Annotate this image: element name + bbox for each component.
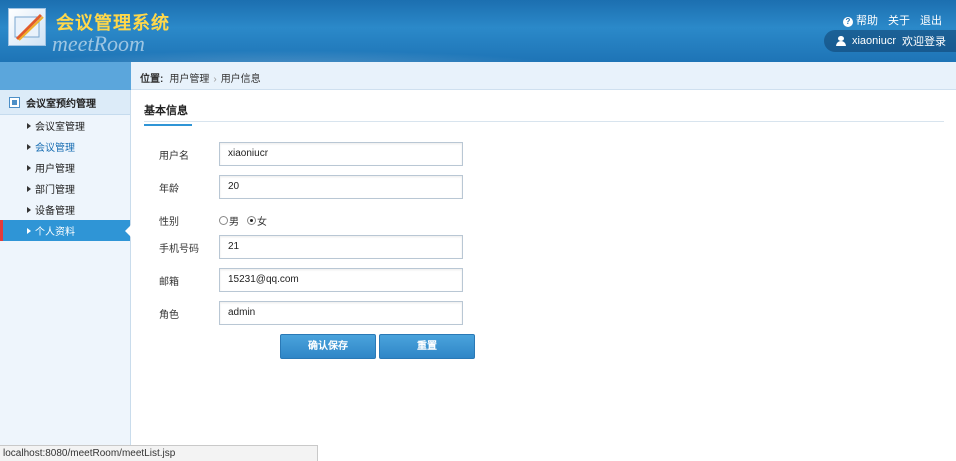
sidebar-item-label: 个人资料 — [35, 227, 75, 238]
welcome-label: 欢迎登录 — [902, 36, 946, 48]
section-divider — [144, 121, 944, 122]
role-field[interactable]: admin — [219, 301, 463, 325]
sidebar-item-label: 会议室管理 — [35, 122, 85, 133]
breadcrumb-prefix: 位置: — [140, 74, 164, 85]
caret-right-icon — [27, 164, 31, 171]
section-title-tab[interactable]: 基本信息 — [144, 102, 192, 126]
role-label: 角色 — [159, 309, 179, 321]
sidebar-item-label: 设备管理 — [35, 206, 75, 217]
gender-radio-group: 男 女 — [219, 213, 267, 228]
radio-male[interactable] — [219, 216, 228, 225]
username-label: 用户名 — [159, 150, 189, 162]
main-content: 基本信息 用户名 xiaoniucr 年龄 20 性别 男 女 手机号码 21 … — [131, 90, 956, 461]
sidebar: 会议室预约管理 会议室管理 会议管理 用户管理 部门管理 设备管理 个人资料 — [0, 90, 131, 461]
logout-link[interactable]: 退出 — [920, 12, 942, 28]
breadcrumb-side-block — [0, 62, 131, 90]
gender-option-female[interactable]: 女 — [247, 213, 267, 228]
save-button[interactable]: 确认保存 — [280, 334, 376, 359]
radio-female[interactable] — [247, 216, 256, 225]
logo-icon — [8, 8, 46, 46]
radio-female-label: 女 — [257, 217, 267, 228]
email-field[interactable]: 15231@qq.com — [219, 268, 463, 292]
email-row: 邮箱 15231@qq.com — [159, 268, 463, 292]
gender-row: 性别 男 女 — [159, 213, 267, 228]
help-link[interactable]: ? 帮助 — [843, 12, 878, 28]
reset-button[interactable]: 重置 — [379, 334, 475, 359]
caret-right-icon — [27, 143, 31, 150]
age-field[interactable]: 20 — [219, 175, 463, 199]
breadcrumb-item: 用户信息 — [220, 74, 261, 85]
radio-male-label: 男 — [229, 217, 239, 228]
breadcrumb-item[interactable]: 用户管理 — [169, 74, 209, 85]
sidebar-item-room-management[interactable]: 会议室管理 — [0, 115, 130, 136]
menu-group-icon — [9, 96, 20, 108]
help-icon: ? — [843, 17, 853, 27]
gender-label: 性别 — [159, 217, 179, 228]
sidebar-item-label: 会议管理 — [35, 143, 75, 154]
breadcrumb-separator-icon: › — [213, 74, 217, 85]
top-links: ? 帮助 关于 退出 — [843, 12, 942, 28]
sidebar-group-header[interactable]: 会议室预约管理 — [0, 90, 130, 115]
role-row: 角色 admin — [159, 301, 463, 325]
gender-option-male[interactable]: 男 — [219, 213, 239, 228]
sidebar-item-department-management[interactable]: 部门管理 — [0, 178, 130, 199]
sidebar-item-meeting-management[interactable]: 会议管理 — [0, 136, 130, 157]
sidebar-item-label: 用户管理 — [35, 164, 75, 175]
age-row: 年龄 20 — [159, 175, 463, 199]
sidebar-item-user-management[interactable]: 用户管理 — [0, 157, 130, 178]
sidebar-group-title: 会议室预约管理 — [26, 98, 96, 110]
username-label: xiaoniucr — [851, 35, 896, 47]
username-field[interactable]: xiaoniucr — [219, 142, 463, 166]
user-icon — [835, 36, 846, 46]
caret-right-icon — [27, 227, 31, 234]
caret-right-icon — [27, 206, 31, 213]
app-subtitle: meetRoom — [52, 31, 145, 56]
email-label: 邮箱 — [159, 276, 179, 288]
caret-right-icon — [27, 185, 31, 192]
help-label: 帮助 — [856, 15, 878, 27]
browser-status-url: localhost:8080/meetRoom/meetList.jsp — [0, 445, 318, 461]
breadcrumb-bar: 位置: 用户管理 › 用户信息 — [0, 62, 956, 90]
sidebar-item-profile[interactable]: 个人资料 — [0, 220, 131, 241]
sidebar-item-equipment-management[interactable]: 设备管理 — [0, 199, 130, 220]
age-label: 年龄 — [159, 183, 179, 195]
caret-right-icon — [27, 122, 31, 129]
app-header: 会议管理系统 meetRoom ? 帮助 关于 退出 xiaoniucr 欢迎登录 — [0, 0, 956, 62]
phone-label: 手机号码 — [159, 243, 199, 255]
breadcrumb: 位置: 用户管理 › 用户信息 — [140, 70, 261, 85]
sidebar-item-label: 部门管理 — [35, 185, 75, 196]
phone-row: 手机号码 21 — [159, 235, 463, 259]
phone-field[interactable]: 21 — [219, 235, 463, 259]
user-badge: xiaoniucr 欢迎登录 — [823, 30, 956, 52]
username-row: 用户名 xiaoniucr — [159, 142, 463, 166]
about-link[interactable]: 关于 — [888, 12, 910, 28]
